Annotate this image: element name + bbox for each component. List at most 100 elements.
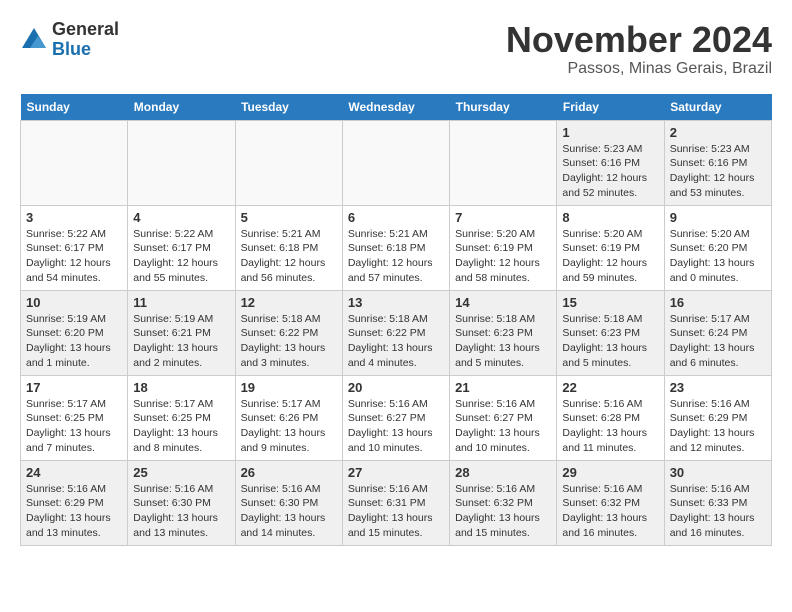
day-info: Sunrise: 5:18 AM Sunset: 6:23 PM Dayligh…: [455, 312, 551, 371]
calendar-cell: 16 Sunrise: 5:17 AM Sunset: 6:24 PM Dayli…: [664, 290, 771, 375]
calendar-cell: 8Sunrise: 5:20 AM Sunset: 6:19 PM Daylig…: [557, 205, 664, 290]
day-number: 6: [348, 210, 444, 225]
day-info: Sunrise: 5:18 AM Sunset: 6:22 PM Dayligh…: [348, 312, 444, 371]
day-info: Sunrise: 5:22 AM Sunset: 6:17 PM Dayligh…: [26, 227, 122, 286]
calendar-cell: 1 Sunrise: 5:23 AM Sunset: 6:16 PM Daylig…: [557, 120, 664, 205]
calendar-cell: 10Sunrise: 5:19 AM Sunset: 6:20 PM Dayli…: [21, 290, 128, 375]
day-number: 30: [670, 465, 766, 480]
calendar-cell: [21, 120, 128, 205]
location-subtitle: Passos, Minas Gerais, Brazil: [506, 60, 772, 78]
weekday-header: Friday: [557, 94, 664, 121]
day-info: Sunrise: 5:20 AM Sunset: 6:19 PM Dayligh…: [455, 227, 551, 286]
calendar-cell: 2 Sunrise: 5:23 AM Sunset: 6:16 PM Daylig…: [664, 120, 771, 205]
day-number: 15: [562, 295, 658, 310]
day-number: 16: [670, 295, 766, 310]
day-number: 14: [455, 295, 551, 310]
logo: General Blue: [20, 20, 119, 60]
calendar-cell: [450, 120, 557, 205]
day-number: 26: [241, 465, 337, 480]
calendar-cell: 28Sunrise: 5:16 AM Sunset: 6:32 PM Dayli…: [450, 460, 557, 545]
day-info: Sunrise: 5:16 AM Sunset: 6:28 PM Dayligh…: [562, 397, 658, 456]
day-number: 1: [562, 125, 658, 140]
calendar-table: SundayMondayTuesdayWednesdayThursdayFrid…: [20, 94, 772, 546]
day-number: 23: [670, 380, 766, 395]
day-info: Sunrise: 5:21 AM Sunset: 6:18 PM Dayligh…: [348, 227, 444, 286]
weekday-header: Thursday: [450, 94, 557, 121]
calendar-cell: 7 Sunrise: 5:20 AM Sunset: 6:19 PM Daylig…: [450, 205, 557, 290]
day-info: Sunrise: 5:16 AM Sunset: 6:33 PM Dayligh…: [670, 482, 766, 541]
calendar-cell: 27 Sunrise: 5:16 AM Sunset: 6:31 PM Dayli…: [342, 460, 449, 545]
calendar-week-row: 10Sunrise: 5:19 AM Sunset: 6:20 PM Dayli…: [21, 290, 772, 375]
calendar-cell: 30 Sunrise: 5:16 AM Sunset: 6:33 PM Dayli…: [664, 460, 771, 545]
weekday-header: Sunday: [21, 94, 128, 121]
day-info: Sunrise: 5:23 AM Sunset: 6:16 PM Dayligh…: [670, 142, 766, 201]
day-number: 22: [562, 380, 658, 395]
day-number: 27: [348, 465, 444, 480]
day-info: Sunrise: 5:16 AM Sunset: 6:29 PM Dayligh…: [26, 482, 122, 541]
day-info: Sunrise: 5:16 AM Sunset: 6:32 PM Dayligh…: [455, 482, 551, 541]
logo-general-text: General: [52, 19, 119, 39]
calendar-cell: 26 Sunrise: 5:16 AM Sunset: 6:30 PM Dayli…: [235, 460, 342, 545]
page-header: General Blue November 2024 Passos, Minas…: [20, 20, 772, 78]
calendar-cell: 3Sunrise: 5:22 AM Sunset: 6:17 PM Daylig…: [21, 205, 128, 290]
day-number: 9: [670, 210, 766, 225]
day-info: Sunrise: 5:18 AM Sunset: 6:23 PM Dayligh…: [562, 312, 658, 371]
calendar-cell: [235, 120, 342, 205]
calendar-cell: 6 Sunrise: 5:21 AM Sunset: 6:18 PM Daylig…: [342, 205, 449, 290]
day-info: Sunrise: 5:20 AM Sunset: 6:20 PM Dayligh…: [670, 227, 766, 286]
calendar-cell: 15 Sunrise: 5:18 AM Sunset: 6:23 PM Dayli…: [557, 290, 664, 375]
calendar-cell: 18Sunrise: 5:17 AM Sunset: 6:25 PM Dayli…: [128, 375, 235, 460]
calendar-cell: 22 Sunrise: 5:16 AM Sunset: 6:28 PM Dayli…: [557, 375, 664, 460]
day-number: 2: [670, 125, 766, 140]
day-number: 11: [133, 295, 229, 310]
day-info: Sunrise: 5:16 AM Sunset: 6:30 PM Dayligh…: [241, 482, 337, 541]
calendar-cell: 21 Sunrise: 5:16 AM Sunset: 6:27 PM Dayli…: [450, 375, 557, 460]
calendar-week-row: 17Sunrise: 5:17 AM Sunset: 6:25 PM Dayli…: [21, 375, 772, 460]
title-block: November 2024 Passos, Minas Gerais, Braz…: [506, 20, 772, 78]
day-info: Sunrise: 5:16 AM Sunset: 6:27 PM Dayligh…: [455, 397, 551, 456]
calendar-cell: 11 Sunrise: 5:19 AM Sunset: 6:21 PM Dayli…: [128, 290, 235, 375]
day-info: Sunrise: 5:23 AM Sunset: 6:16 PM Dayligh…: [562, 142, 658, 201]
day-info: Sunrise: 5:16 AM Sunset: 6:27 PM Dayligh…: [348, 397, 444, 456]
day-info: Sunrise: 5:17 AM Sunset: 6:26 PM Dayligh…: [241, 397, 337, 456]
calendar-cell: 19 Sunrise: 5:17 AM Sunset: 6:26 PM Dayli…: [235, 375, 342, 460]
weekday-header: Monday: [128, 94, 235, 121]
calendar-cell: 12 Sunrise: 5:18 AM Sunset: 6:22 PM Dayli…: [235, 290, 342, 375]
day-number: 12: [241, 295, 337, 310]
day-number: 20: [348, 380, 444, 395]
day-info: Sunrise: 5:19 AM Sunset: 6:20 PM Dayligh…: [26, 312, 122, 371]
calendar-cell: 25 Sunrise: 5:16 AM Sunset: 6:30 PM Dayli…: [128, 460, 235, 545]
day-number: 21: [455, 380, 551, 395]
day-number: 7: [455, 210, 551, 225]
day-info: Sunrise: 5:16 AM Sunset: 6:32 PM Dayligh…: [562, 482, 658, 541]
logo-blue-text: Blue: [52, 39, 91, 59]
weekday-header: Saturday: [664, 94, 771, 121]
day-number: 17: [26, 380, 122, 395]
day-number: 29: [562, 465, 658, 480]
logo-icon: [20, 26, 48, 54]
day-number: 19: [241, 380, 337, 395]
calendar-cell: 29 Sunrise: 5:16 AM Sunset: 6:32 PM Dayli…: [557, 460, 664, 545]
weekday-header: Tuesday: [235, 94, 342, 121]
weekday-header: Wednesday: [342, 94, 449, 121]
day-info: Sunrise: 5:16 AM Sunset: 6:31 PM Dayligh…: [348, 482, 444, 541]
day-info: Sunrise: 5:17 AM Sunset: 6:24 PM Dayligh…: [670, 312, 766, 371]
calendar-cell: 13 Sunrise: 5:18 AM Sunset: 6:22 PM Dayli…: [342, 290, 449, 375]
calendar-cell: 24 Sunrise: 5:16 AM Sunset: 6:29 PM Dayli…: [21, 460, 128, 545]
calendar-cell: 9 Sunrise: 5:20 AM Sunset: 6:20 PM Daylig…: [664, 205, 771, 290]
day-number: 8: [562, 210, 658, 225]
day-info: Sunrise: 5:16 AM Sunset: 6:30 PM Dayligh…: [133, 482, 229, 541]
calendar-cell: 14 Sunrise: 5:18 AM Sunset: 6:23 PM Dayli…: [450, 290, 557, 375]
day-info: Sunrise: 5:19 AM Sunset: 6:21 PM Dayligh…: [133, 312, 229, 371]
month-title: November 2024: [506, 20, 772, 60]
day-number: 5: [241, 210, 337, 225]
day-info: Sunrise: 5:21 AM Sunset: 6:18 PM Dayligh…: [241, 227, 337, 286]
day-number: 13: [348, 295, 444, 310]
day-number: 25: [133, 465, 229, 480]
day-number: 4: [133, 210, 229, 225]
day-number: 24: [26, 465, 122, 480]
calendar-header-row: SundayMondayTuesdayWednesdayThursdayFrid…: [21, 94, 772, 121]
day-info: Sunrise: 5:18 AM Sunset: 6:22 PM Dayligh…: [241, 312, 337, 371]
day-info: Sunrise: 5:16 AM Sunset: 6:29 PM Dayligh…: [670, 397, 766, 456]
calendar-week-row: 24 Sunrise: 5:16 AM Sunset: 6:29 PM Dayli…: [21, 460, 772, 545]
